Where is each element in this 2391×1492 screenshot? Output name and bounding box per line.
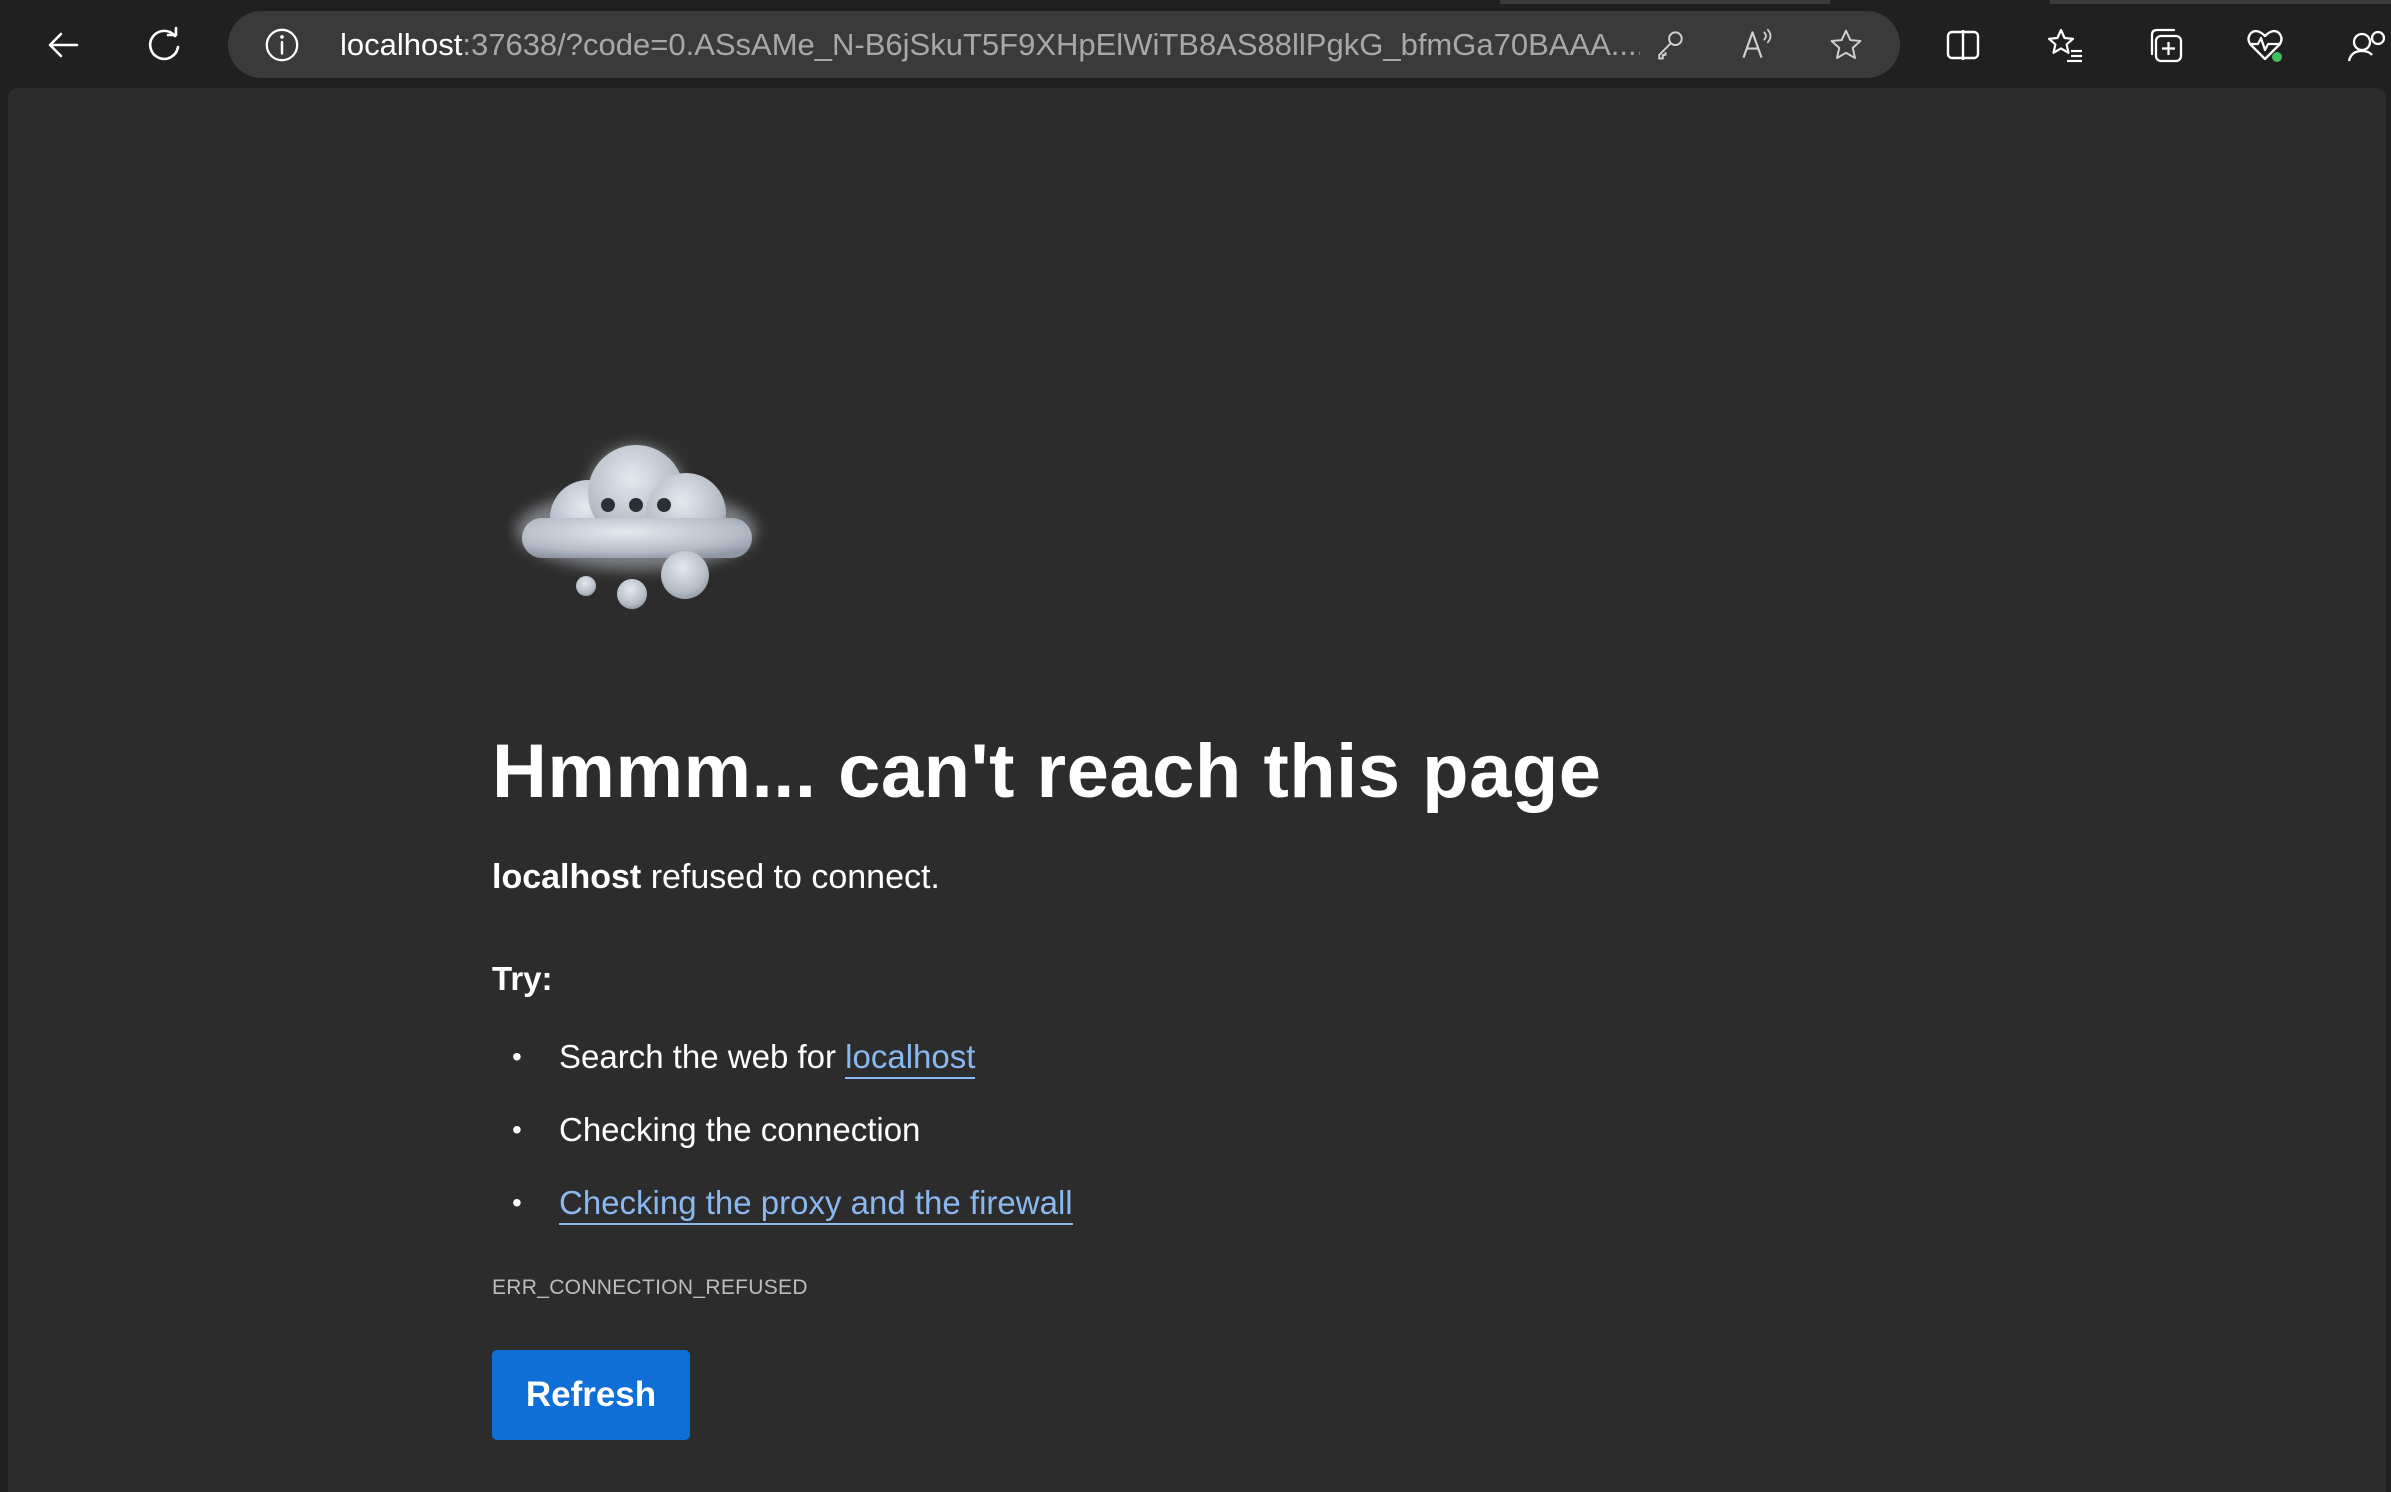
browser-toolbar: localhost:37638/?code=0.ASsAMe_N-B6jSkuT… [0, 0, 2391, 88]
read-aloud-icon [1742, 28, 1772, 58]
url-path: :37638/?code=0.ASsAMe_N-B6jSkuT5F9XHpElW… [462, 27, 1640, 62]
suggestion-list: • Search the web for localhost • Checking … [492, 1028, 1073, 1247]
back-button[interactable] [32, 14, 94, 76]
search-web-link[interactable]: localhost [845, 1038, 976, 1079]
suggestion-text: Checking the connection [559, 1111, 921, 1148]
split-screen-icon [1946, 30, 1980, 60]
collections-button[interactable] [2134, 14, 2196, 76]
list-item: • Checking the proxy and the firewall [492, 1174, 1073, 1247]
favorites-icon [2047, 28, 2082, 63]
list-item: • Search the web for localhost [492, 1028, 1073, 1101]
site-info-button[interactable] [262, 25, 302, 65]
error-message-text: refused to connect. [641, 858, 940, 896]
bullet: • [512, 1187, 522, 1218]
profile-button[interactable] [2334, 14, 2391, 76]
collections-icon [2150, 28, 2183, 63]
proxy-firewall-link[interactable]: Checking the proxy and the firewall [559, 1184, 1073, 1225]
error-code: ERR_CONNECTION_REFUSED [492, 1276, 808, 1299]
url-text[interactable]: localhost:37638/?code=0.ASsAMe_N-B6jSkuT… [340, 11, 1640, 78]
profile-icon [2347, 30, 2385, 62]
error-page: Hmmm... can't reach this page localhost … [8, 88, 2386, 1492]
password-key-button[interactable] [1648, 23, 1692, 67]
read-aloud-button[interactable] [1735, 23, 1779, 67]
tab-strip-edge [1500, 0, 1830, 4]
error-message: localhost refused to connect. [492, 858, 940, 897]
list-item: • Checking the connection [492, 1101, 1073, 1174]
tab-strip-edge [2050, 0, 2391, 4]
browser-essentials-button[interactable] [2234, 14, 2296, 76]
refresh-icon [148, 26, 180, 61]
favorites-button[interactable] [2034, 14, 2096, 76]
info-icon [265, 28, 299, 62]
favorite-star-button[interactable] [1824, 23, 1868, 67]
browser-essentials-icon [2247, 29, 2283, 62]
suggestion-text: Search the web for [559, 1038, 846, 1075]
reload-button[interactable] [133, 14, 195, 76]
address-bar[interactable]: localhost:37638/?code=0.ASsAMe_N-B6jSkuT… [228, 11, 1900, 78]
favorite-star-icon [1830, 29, 1862, 60]
thought-cloud-icon [516, 445, 756, 609]
url-host: localhost [340, 27, 463, 62]
bullet: • [512, 1114, 522, 1145]
split-screen-button[interactable] [1932, 14, 1994, 76]
bullet: • [512, 1041, 522, 1072]
error-host: localhost [492, 858, 642, 896]
try-label: Try: [492, 960, 553, 997]
key-icon [1658, 31, 1683, 60]
page-title: Hmmm... can't reach this page [492, 729, 1602, 814]
back-icon [48, 32, 79, 58]
refresh-button[interactable]: Refresh [492, 1350, 690, 1440]
